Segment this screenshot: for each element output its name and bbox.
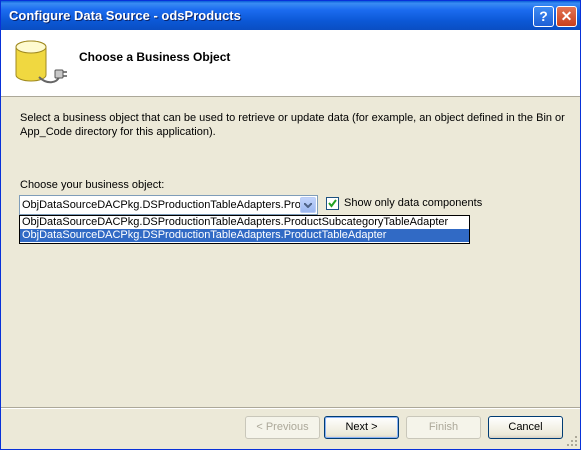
cancel-button[interactable]: Cancel <box>488 416 563 439</box>
footer-divider <box>1 407 580 409</box>
chevron-down-icon <box>304 203 312 208</box>
title-bar[interactable]: Configure Data Source - odsProducts ? ✕ <box>1 1 580 30</box>
description-text: Select a business object that can be use… <box>20 112 565 138</box>
dropdown-option-selected[interactable]: ObjDataSourceDACPkg.DSProductionTableAda… <box>20 229 469 242</box>
help-button[interactable]: ? <box>533 6 554 27</box>
combobox-selected-value: ObjDataSourceDACPkg.DSProductionTableAda… <box>22 199 300 211</box>
dropdown-arrow-button[interactable] <box>300 197 316 213</box>
next-button[interactable]: Next > <box>324 416 399 439</box>
previous-button[interactable]: < Previous <box>245 416 320 439</box>
page-title: Choose a Business Object <box>79 50 231 64</box>
show-only-data-components-checkbox[interactable] <box>326 197 339 210</box>
dropdown-option[interactable]: ObjDataSourceDACPkg.DSProductionTableAda… <box>20 216 469 229</box>
checkmark-icon <box>328 199 337 208</box>
database-icon <box>15 40 67 84</box>
business-object-combobox[interactable]: ObjDataSourceDACPkg.DSProductionTableAda… <box>19 195 318 215</box>
finish-button[interactable]: Finish <box>406 416 481 439</box>
business-object-dropdown-list[interactable]: ObjDataSourceDACPkg.DSProductionTableAda… <box>19 215 470 244</box>
wizard-header: Choose a Business Object <box>1 30 580 97</box>
window-title: Configure Data Source - odsProducts <box>9 8 241 23</box>
resize-grip-icon[interactable] <box>566 435 578 447</box>
show-only-data-components-label[interactable]: Show only data components <box>344 197 482 209</box>
dialog-window: Configure Data Source - odsProducts ? ✕ … <box>0 0 581 450</box>
close-button[interactable]: ✕ <box>556 6 577 27</box>
business-object-label: Choose your business object: <box>20 179 165 191</box>
